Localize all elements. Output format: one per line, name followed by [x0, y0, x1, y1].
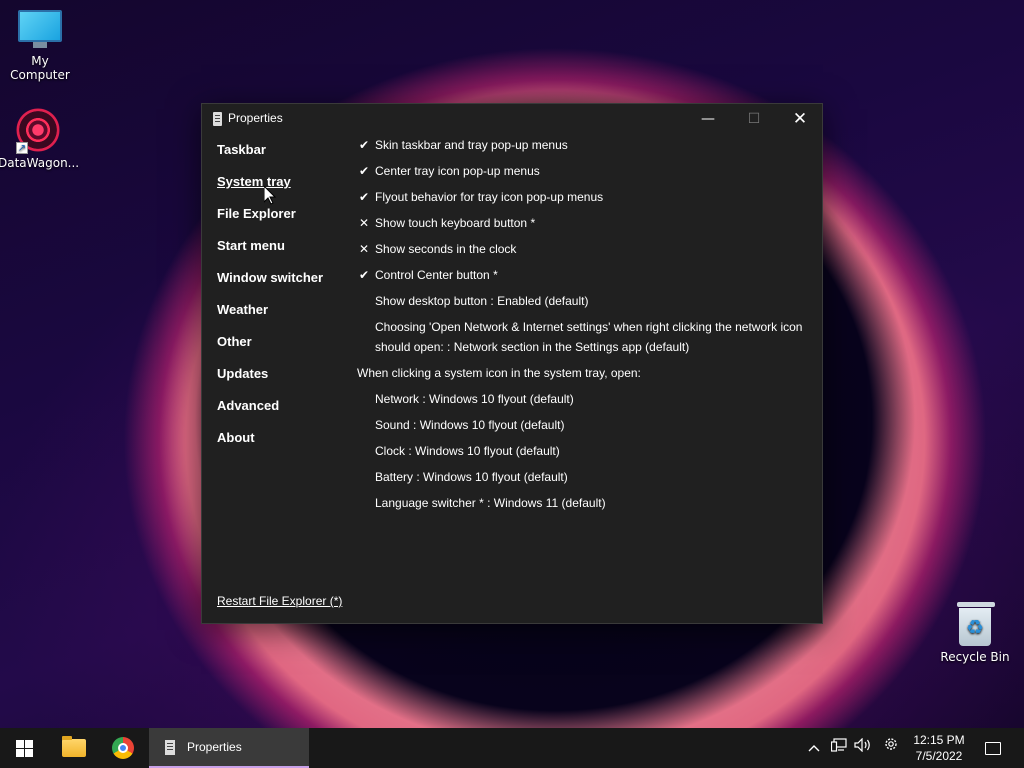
option-label: Show desktop button : Enabled (default) [375, 294, 589, 308]
properties-taskbar-button[interactable]: Properties [149, 728, 309, 768]
option-label: Control Center button * [375, 268, 498, 282]
nav-item-system-tray[interactable]: System tray [217, 172, 347, 204]
windows-logo-icon [15, 739, 33, 757]
close-button[interactable]: ✕ [777, 104, 823, 134]
checkmark-icon: ✔ [358, 164, 370, 178]
chevron-up-icon[interactable] [804, 728, 824, 768]
option-control-center-button[interactable]: ✔ Control Center button * [357, 265, 812, 291]
minimize-button[interactable]: — [685, 104, 731, 134]
properties-window: Properties — ☐ ✕ Taskbar System tray Fil… [201, 103, 823, 624]
datawagon-app-icon: ↗ [16, 108, 60, 154]
nav-item-taskbar[interactable]: Taskbar [217, 140, 347, 172]
restart-file-explorer-link[interactable]: Restart File Explorer (*) [217, 594, 342, 608]
option-label: Show touch keyboard button * [375, 216, 536, 230]
checkmark-icon: ✔ [358, 190, 370, 204]
nav-item-window-switcher[interactable]: Window switcher [217, 268, 347, 300]
checkmark-icon: ✔ [358, 268, 370, 282]
folder-icon [62, 736, 86, 757]
settings-gear-icon[interactable] [879, 728, 903, 768]
option-show-seconds[interactable]: ✕ Show seconds in the clock [357, 239, 812, 265]
nav-item-other[interactable]: Other [217, 332, 347, 364]
nav-item-about[interactable]: About [217, 428, 347, 460]
taskbar-button-label: Properties [187, 740, 242, 754]
chrome-icon [112, 737, 134, 759]
option-skin-tray-menus[interactable]: ✔ Skin taskbar and tray pop-up menus [357, 135, 812, 161]
checkmark-icon: ✔ [358, 138, 370, 152]
taskbar-clock[interactable]: 12:15 PM 7/5/2022 [908, 732, 970, 764]
shortcut-arrow-icon: ↗ [16, 142, 28, 154]
taskbar: Properties 12:15 PM 7/5/2022 [0, 728, 1024, 768]
settings-nav: Taskbar System tray File Explorer Start … [217, 140, 347, 460]
option-label: Flyout behavior for tray icon pop-up men… [375, 190, 604, 204]
option-show-desktop-button[interactable]: Show desktop button : Enabled (default) [357, 291, 812, 317]
tray-option-sound[interactable]: Sound : Windows 10 flyout (default) [357, 415, 812, 441]
tray-click-heading: When clicking a system icon in the syste… [357, 366, 641, 380]
app-document-icon [213, 112, 222, 126]
option-label: Choosing 'Open Network & Internet settin… [375, 320, 803, 354]
mouse-cursor-icon [264, 186, 276, 205]
volume-icon[interactable] [852, 728, 874, 768]
nav-item-start-menu[interactable]: Start menu [217, 236, 347, 268]
computer-icon [18, 10, 62, 50]
nav-item-file-explorer[interactable]: File Explorer [217, 204, 347, 236]
tray-option-language-switcher[interactable]: Language switcher * : Windows 11 (defaul… [357, 493, 812, 519]
desktop-icon-my-computer[interactable]: My Computer [0, 10, 80, 82]
option-flyout-behavior[interactable]: ✔ Flyout behavior for tray icon pop-up m… [357, 187, 812, 213]
file-explorer-taskbar-button[interactable] [50, 728, 98, 768]
tray-option-clock[interactable]: Clock : Windows 10 flyout (default) [357, 441, 812, 467]
desktop-icon-label: DataWagon... [0, 156, 80, 170]
option-label: Show seconds in the clock [375, 242, 517, 256]
desktop-icon-label: My Computer [10, 54, 70, 82]
notification-icon [985, 741, 1001, 755]
network-icon[interactable] [828, 728, 850, 768]
maximize-button[interactable]: ☐ [731, 104, 777, 134]
desktop-icon-recycle-bin[interactable]: ♻ Recycle Bin [935, 602, 1015, 664]
system-tray-settings: ✔ Skin taskbar and tray pop-up menus ✔ C… [357, 135, 812, 519]
cross-icon: ✕ [358, 216, 370, 230]
notification-center-button[interactable] [978, 728, 1008, 768]
chrome-taskbar-button[interactable] [99, 728, 147, 768]
clock-time: 12:15 PM [913, 733, 965, 747]
option-label: Center tray icon pop-up menus [375, 164, 540, 178]
nav-item-updates[interactable]: Updates [217, 364, 347, 396]
tray-option-battery[interactable]: Battery : Windows 10 flyout (default) [357, 467, 812, 493]
app-document-icon [165, 740, 175, 755]
cross-icon: ✕ [358, 242, 370, 256]
option-center-tray-menus[interactable]: ✔ Center tray icon pop-up menus [357, 161, 812, 187]
nav-item-weather[interactable]: Weather [217, 300, 347, 332]
option-touch-keyboard-button[interactable]: ✕ Show touch keyboard button * [357, 213, 812, 239]
option-network-settings-target[interactable]: Choosing 'Open Network & Internet settin… [357, 317, 812, 363]
option-label: Skin taskbar and tray pop-up menus [375, 138, 568, 152]
window-titlebar[interactable]: Properties — ☐ ✕ [202, 104, 822, 134]
nav-item-advanced[interactable]: Advanced [217, 396, 347, 428]
tray-option-network[interactable]: Network : Windows 10 flyout (default) [357, 389, 812, 415]
window-title: Properties [228, 111, 283, 125]
desktop-icon-label: Recycle Bin [940, 650, 1010, 664]
start-button[interactable] [0, 728, 48, 768]
recycle-bin-icon: ♻ [957, 602, 995, 646]
desktop-icon-datawagon[interactable]: ↗ DataWagon... [0, 108, 80, 170]
clock-date: 7/5/2022 [915, 749, 963, 763]
